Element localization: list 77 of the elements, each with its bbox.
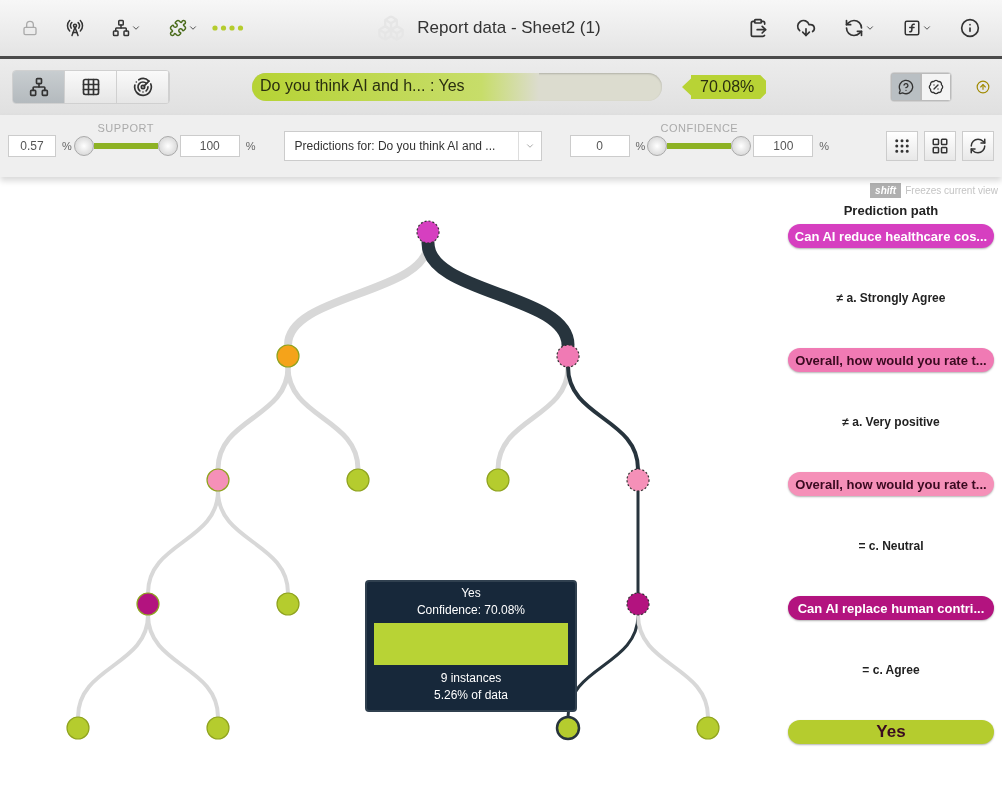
confidence-max-field[interactable]: 100 (753, 135, 814, 157)
slider-thumb[interactable] (73, 136, 94, 156)
window-title: Report data - Sheet2 (1) (417, 18, 601, 38)
caret-icon (188, 23, 198, 33)
function-icon (903, 19, 921, 37)
tree-node[interactable] (136, 592, 160, 616)
field-pill: Can AI replace human contri... (788, 596, 994, 620)
caret-icon (131, 23, 141, 33)
caret-icon (524, 141, 535, 151)
prediction-label: Do you think AI and h... : Yes (260, 77, 465, 95)
mode-icon (898, 79, 914, 95)
grid-dots-button[interactable] (886, 131, 918, 161)
view-toggle[interactable] (13, 71, 65, 103)
caret-icon (922, 23, 932, 33)
puzzle-icon (169, 19, 187, 37)
tree-node[interactable] (626, 468, 650, 492)
unit-label: % (635, 140, 646, 152)
view-toggle[interactable] (117, 71, 169, 103)
tree-node[interactable] (416, 220, 440, 244)
slider-label: CONFIDENCE (660, 122, 739, 134)
mode-toggle[interactable] (921, 73, 951, 101)
range-slider[interactable] (73, 136, 178, 156)
tree-node[interactable] (206, 716, 230, 740)
condition-text: = c. Neutral (858, 538, 924, 555)
squares-grid-button[interactable] (924, 131, 956, 161)
refresh-button[interactable] (962, 131, 994, 161)
tree-node[interactable] (276, 344, 300, 368)
tree-node[interactable] (66, 716, 90, 740)
slider-label: SUPPORT (97, 122, 154, 134)
objective-select[interactable]: Predictions for: Do you think AI and ... (283, 131, 542, 161)
tree-node[interactable] (555, 715, 581, 741)
network-icon (112, 19, 130, 37)
tree-node[interactable] (346, 468, 370, 492)
unit-label: % (819, 140, 830, 152)
tooltip-instances: 9 instances (440, 671, 502, 685)
range-slider[interactable] (647, 136, 752, 156)
dots-grid-icon (893, 137, 911, 155)
confidence-min-field[interactable]: 0 (569, 135, 630, 157)
tooltip-confidence: Confidence: 70.08% (416, 603, 526, 617)
refresh-icon (844, 18, 864, 38)
view-icon (132, 77, 153, 97)
mode-icon (928, 79, 944, 95)
slider-thumb[interactable] (157, 136, 178, 156)
tooltip-title: Yes (461, 586, 481, 600)
view-icon (80, 77, 101, 97)
shift-key: shift (870, 183, 902, 198)
view-icon (28, 77, 49, 97)
squares-grid-icon (931, 137, 949, 155)
condition-text: ≠ a. Very positive (842, 414, 940, 431)
view-toggle[interactable] (65, 71, 117, 103)
path-title: Prediction path (843, 203, 939, 218)
result-pill: Yes (788, 720, 994, 744)
tree-node[interactable] (626, 592, 650, 616)
slider-thumb[interactable] (731, 136, 752, 156)
dots-icon (212, 25, 244, 31)
tree-node[interactable] (696, 716, 720, 740)
field-pill: Overall, how would you rate t... (788, 472, 994, 496)
tree-node[interactable] (206, 468, 230, 492)
unit-label: % (62, 140, 72, 152)
slider-thumb[interactable] (647, 136, 668, 156)
condition-text: ≠ a. Strongly Agree (836, 290, 946, 307)
mode-toggle[interactable] (891, 73, 921, 101)
field-pill: Can AI reduce healthcare cos... (788, 224, 994, 248)
confidence-badge: 70.08% (682, 75, 767, 99)
tooltip-share: 5.26% of data (433, 688, 509, 702)
field-pill: Overall, how would you rate t... (788, 348, 994, 372)
tree-node[interactable] (276, 592, 300, 616)
support-max-field[interactable]: 100 (179, 135, 240, 157)
caret-icon (865, 23, 875, 33)
hint-text: Freezes current view (905, 185, 998, 196)
collapse-icon[interactable] (976, 80, 990, 94)
refresh-icon (969, 137, 987, 155)
tree-node[interactable] (556, 344, 580, 368)
unit-label: % (245, 140, 256, 152)
condition-text: = c. Agree (862, 662, 920, 679)
tree-node[interactable] (486, 468, 510, 492)
support-min-field[interactable]: 0.57 (8, 135, 56, 157)
